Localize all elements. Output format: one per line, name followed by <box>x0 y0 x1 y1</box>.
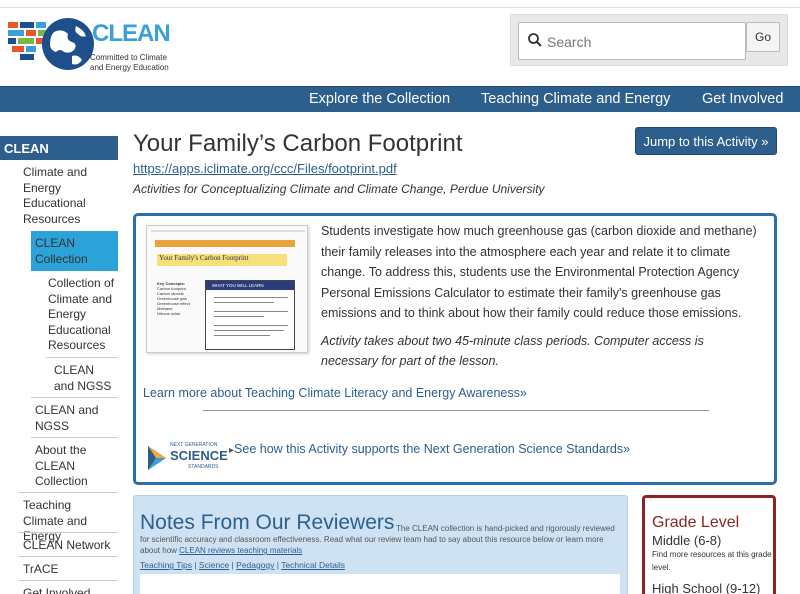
logo-tagline: Committed to Climate and Energy Educatio… <box>90 53 169 72</box>
sidebar-divider <box>18 492 118 493</box>
tab-teaching-tips[interactable]: Teaching Tips <box>140 560 192 570</box>
tab-technical-details[interactable]: Technical Details <box>281 560 345 570</box>
grade-high-school: High School (9-12) <box>652 581 761 594</box>
sidebar-item-trace[interactable]: TrACE <box>23 562 115 578</box>
card-divider <box>203 410 709 411</box>
go-button[interactable]: Go <box>746 22 780 52</box>
ngss-logo-bot: STANDARDS <box>188 464 219 470</box>
notes-content <box>140 574 620 594</box>
nav-explore-collection[interactable]: Explore the Collection <box>309 91 450 107</box>
activity-duration: Activity takes about two 45-minute class… <box>321 334 704 368</box>
sidebar-item-clean-ngss-sub[interactable]: CLEAN and NGSS <box>54 363 116 394</box>
activity-description: Students investigate how much greenhouse… <box>321 224 757 320</box>
thumb-top-bar <box>151 230 305 232</box>
sidebar-divider <box>31 437 118 438</box>
thumb-title: Your Family's Carbon Footprint <box>157 254 287 266</box>
search-icon <box>528 33 542 47</box>
activity-card: Your Family's Carbon Footprint Key Conce… <box>133 213 777 485</box>
thumb-learn-head: WHAT YOU WILL LEARN <box>206 281 294 290</box>
sidebar-divider <box>46 357 118 358</box>
sidebar-divider <box>18 556 118 557</box>
jump-to-activity-button[interactable]: Jump to this Activity » <box>635 127 777 155</box>
nav-teaching-climate[interactable]: Teaching Climate and Energy <box>481 91 670 107</box>
sidebar-item-about-collection[interactable]: About the CLEAN Collection <box>35 443 115 490</box>
sidebar-item-clean-ngss[interactable]: CLEAN and NGSS <box>35 403 115 434</box>
notes-intro: The CLEAN collection is hand-picked and … <box>140 524 615 555</box>
grade-middle: Middle (6-8) <box>652 533 722 548</box>
search-input[interactable] <box>547 31 737 53</box>
tab-pedagogy[interactable]: Pedagogy <box>236 560 274 570</box>
resource-source: Activities for Conceptualizing Climate a… <box>133 182 545 196</box>
notes-tabs: Teaching Tips | Science | Pedagogy | Tec… <box>140 560 345 570</box>
thumb-concepts: Key Concepts: Carbon footprint Carbon di… <box>157 281 190 316</box>
sidebar-divider <box>18 532 118 533</box>
ngss-link[interactable]: ▸See how this Activity supports the Next… <box>229 442 630 456</box>
sidebar-item-clean-network[interactable]: CLEAN Network <box>23 538 115 554</box>
thumb-learn-box: WHAT YOU WILL LEARN <box>205 280 295 350</box>
sidebar-divider <box>18 580 118 581</box>
sidebar-divider <box>31 397 118 398</box>
thumb-band <box>155 240 295 247</box>
search-box[interactable] <box>518 22 746 60</box>
sidebar-item-educational-resources[interactable]: Climate and Energy Educational Resources <box>23 165 113 227</box>
grade-more-link[interactable]: Find more resources at this grade level. <box>652 548 772 574</box>
tab-science[interactable]: Science <box>199 560 229 570</box>
sidebar-item-collection-resources[interactable]: Collection of Climate and Energy Educati… <box>48 276 116 354</box>
ngss-logo-mid: SCIENCE <box>170 448 228 463</box>
search-panel: Go <box>510 14 788 66</box>
nav-get-involved[interactable]: Get Involved <box>702 91 783 107</box>
sidebar-item-get-involved[interactable]: Get Involved <box>23 586 115 594</box>
activity-thumbnail[interactable]: Your Family's Carbon Footprint Key Conce… <box>146 225 308 353</box>
ngss-logo[interactable]: NEXT GENERATION SCIENCE STANDARDS <box>144 438 228 478</box>
sidebar-head[interactable]: CLEAN <box>0 136 118 160</box>
grade-level-title: Grade Level <box>652 514 740 531</box>
resource-url-link[interactable]: https://apps.iclimate.org/ccc/Files/foot… <box>133 161 397 176</box>
top-border <box>0 0 800 8</box>
review-process-link[interactable]: CLEAN reviews teaching materials <box>179 546 302 555</box>
reviewer-notes-panel: Notes From Our Reviewers The CLEAN colle… <box>133 495 628 594</box>
learn-more-link[interactable]: Learn more about Teaching Climate Litera… <box>143 386 527 400</box>
grade-level-panel: Grade Level Middle (6-8) Find more resou… <box>642 495 776 594</box>
clean-logo[interactable]: CLEAN Committed to Climate and Energy Ed… <box>6 14 176 74</box>
main-nav: Explore the Collection Teaching Climate … <box>0 86 800 112</box>
sidebar-item-clean-collection[interactable]: CLEAN Collection <box>35 236 115 267</box>
page-title: Your Family’s Carbon Footprint <box>133 130 463 157</box>
logo-wordmark: CLEAN <box>92 20 171 47</box>
